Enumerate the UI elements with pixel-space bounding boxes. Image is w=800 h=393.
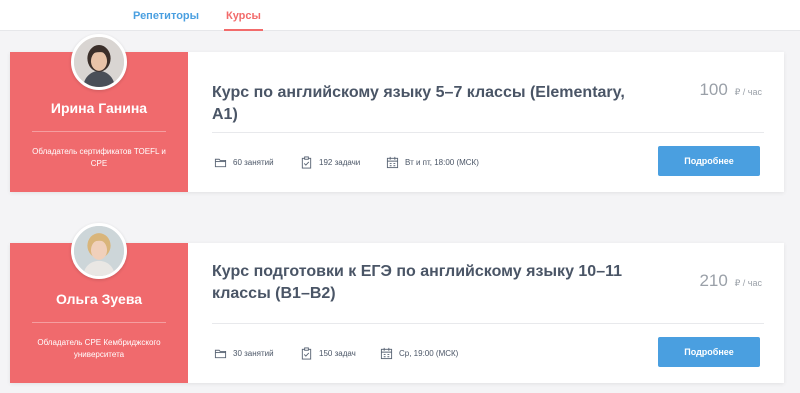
lessons-text: 60 занятий xyxy=(233,158,274,167)
folder-icon xyxy=(214,349,227,359)
lessons-count: 30 занятий xyxy=(214,347,274,360)
course-card: Ирина Ганина Обладатель сертификатов TOE… xyxy=(10,34,784,192)
tutor-name: Ольга Зуева xyxy=(55,291,143,307)
divider xyxy=(212,323,764,324)
price-value: 210 xyxy=(699,271,728,290)
schedule-text: Ср, 19:00 (МСК) xyxy=(399,349,459,358)
tutor-description: Обладатель сертификатов TOEFL и CPE xyxy=(32,147,166,168)
tasks-text: 192 задачи xyxy=(319,158,361,167)
avatar-photo-icon xyxy=(74,37,124,87)
details-button[interactable]: Подробнее xyxy=(658,146,760,176)
course-price: 100 ₽ / час xyxy=(699,80,762,100)
schedule: Вт и пт, 18:00 (МСК) xyxy=(386,156,479,169)
avatar-photo-icon xyxy=(74,226,124,276)
tabs-bar: Репетиторы Курсы xyxy=(0,0,800,31)
tutor-avatar xyxy=(71,223,127,279)
details-button[interactable]: Подробнее xyxy=(658,337,760,367)
course-card: Ольга Зуева Обладатель CPE Кембриджского… xyxy=(10,223,784,383)
divider xyxy=(32,131,166,132)
divider xyxy=(212,132,764,133)
tutor-name: Ирина Ганина xyxy=(50,100,148,116)
tab-tutors[interactable]: Репетиторы xyxy=(133,10,199,31)
calendar-icon xyxy=(380,347,393,360)
tasks-count: 192 задачи xyxy=(300,156,360,169)
schedule-text: Вт и пт, 18:00 (МСК) xyxy=(405,158,479,167)
clipboard-icon xyxy=(301,347,312,360)
tutor-panel: Ирина Ганина Обладатель сертификатов TOE… xyxy=(10,34,188,192)
tutor-panel: Ольга Зуева Обладатель CPE Кембриджского… xyxy=(10,223,188,383)
course-title[interactable]: Курс подготовки к ЕГЭ по английскому язы… xyxy=(212,261,632,305)
course-title[interactable]: Курс по английскому языку 5–7 классы (El… xyxy=(212,82,632,126)
price-unit: ₽ / час xyxy=(734,87,762,97)
tasks-text: 150 задач xyxy=(319,349,356,358)
folder-icon xyxy=(214,158,227,168)
tutor-avatar xyxy=(71,34,127,90)
lessons-count: 60 занятий xyxy=(214,156,274,169)
price-value: 100 xyxy=(699,80,728,99)
schedule: Ср, 19:00 (МСК) xyxy=(380,347,458,360)
tasks-count: 150 задач xyxy=(300,347,356,360)
calendar-icon xyxy=(386,156,399,169)
tab-courses[interactable]: Курсы xyxy=(224,10,263,31)
divider xyxy=(32,322,166,323)
tutor-description: Обладатель CPE Кембриджского университет… xyxy=(37,338,161,359)
clipboard-icon xyxy=(301,156,312,169)
price-unit: ₽ / час xyxy=(734,278,762,288)
course-price: 210 ₽ / час xyxy=(699,271,762,291)
lessons-text: 30 занятий xyxy=(233,349,274,358)
